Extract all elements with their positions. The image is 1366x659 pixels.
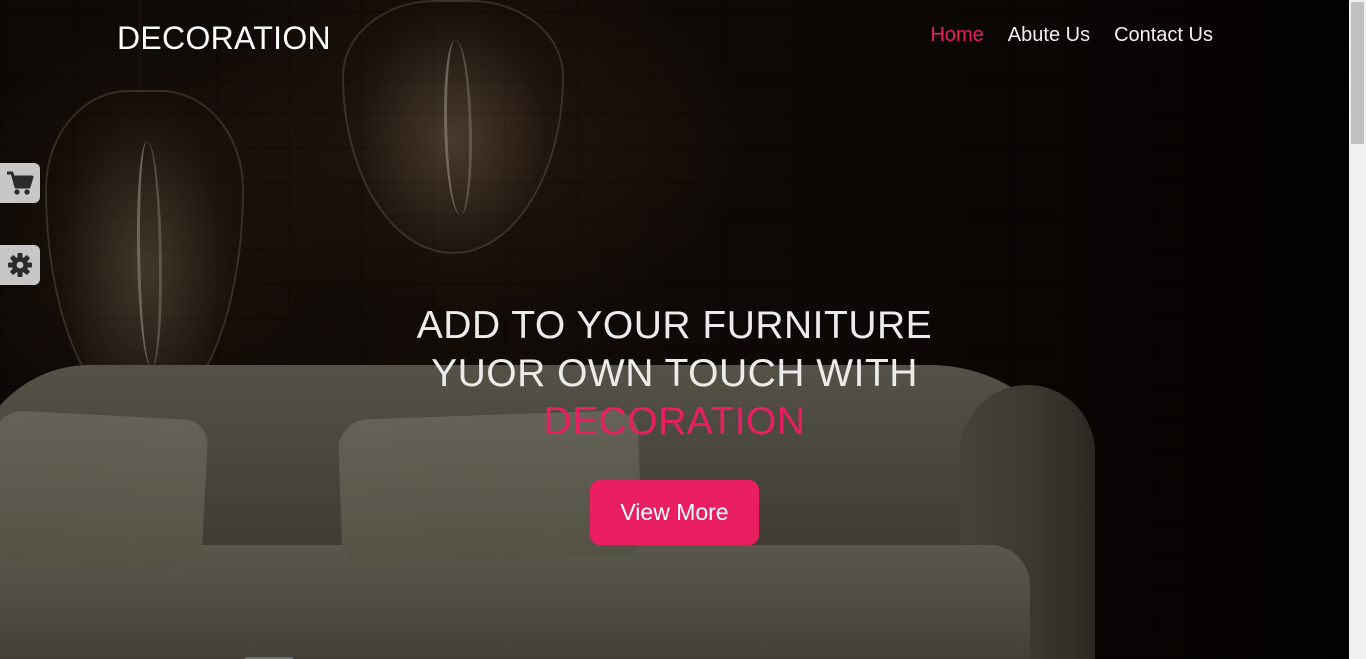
settings-button[interactable] bbox=[0, 245, 40, 285]
scrollbar-thumb[interactable] bbox=[1351, 2, 1364, 144]
cart-button[interactable] bbox=[0, 163, 40, 203]
view-more-button[interactable]: View More bbox=[590, 480, 759, 545]
nav-contact[interactable]: Contact Us bbox=[1114, 24, 1213, 47]
site-logo[interactable]: DECORATION bbox=[117, 20, 331, 57]
main-nav: Home Abute Us Contact Us bbox=[930, 24, 1213, 47]
hero-section: ADD TO YOUR FURNITURE YUOR OWN TOUCH WIT… bbox=[0, 302, 1349, 545]
vertical-scrollbar[interactable] bbox=[1349, 0, 1366, 659]
hero-heading-line-1: ADD TO YOUR FURNITURE bbox=[416, 304, 933, 347]
hero-heading-line-2: YUOR OWN TOUCH WITH bbox=[431, 352, 918, 395]
nav-about[interactable]: Abute Us bbox=[1008, 24, 1090, 47]
cart-icon bbox=[7, 171, 34, 195]
gear-icon bbox=[8, 253, 32, 277]
page: DECORATION Home Abute Us Contact Us ADD … bbox=[0, 0, 1349, 659]
nav-home[interactable]: Home bbox=[930, 24, 983, 47]
hero-heading-accent: DECORATION bbox=[543, 400, 806, 443]
